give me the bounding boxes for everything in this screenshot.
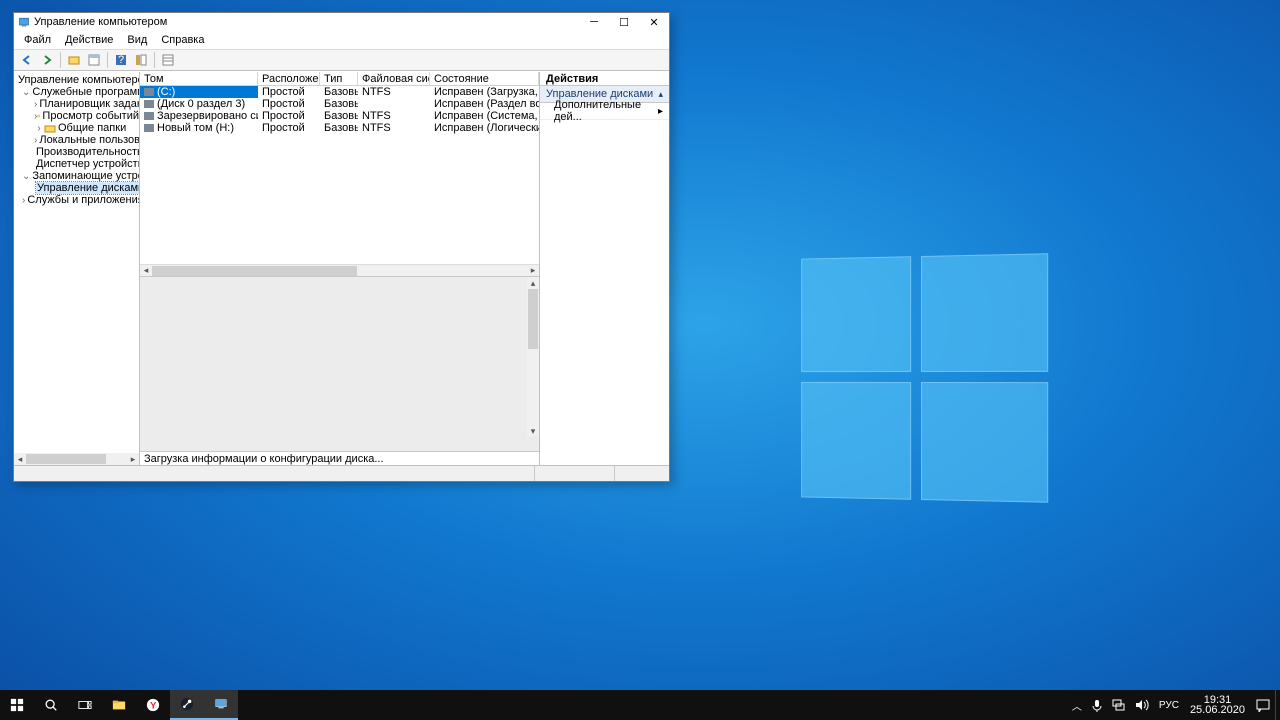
tray-mic-icon[interactable]	[1087, 690, 1107, 720]
col-volume[interactable]: Том	[140, 72, 258, 85]
col-fs[interactable]: Файловая система	[358, 72, 430, 85]
svg-text:Y: Y	[150, 701, 157, 712]
tree-item[interactable]: ›Просмотр событий	[16, 110, 139, 122]
menubar: Файл Действие Вид Справка	[14, 31, 669, 49]
scroll-down-icon[interactable]: ▾	[527, 425, 539, 437]
tree-pane: Управление компьютером (л ⌄Служебные про…	[14, 72, 140, 465]
toolbar: ?	[14, 49, 669, 71]
toolbar-btn-3[interactable]: ?	[112, 51, 130, 69]
start-button[interactable]	[0, 690, 34, 720]
loading-status: Загрузка информации о конфигурации диска…	[140, 451, 539, 465]
taskbar: Y ︿ РУС 19:31 25.06.2020	[0, 690, 1280, 720]
table-row[interactable]: Зарезервировано системой Простой Базовый…	[140, 110, 539, 122]
tray-volume-icon[interactable]	[1130, 690, 1154, 720]
actions-pane: Действия Управление дисками▴ Дополнитель…	[540, 72, 669, 465]
menu-action[interactable]: Действие	[59, 33, 119, 47]
toolbar-btn-2[interactable]	[85, 51, 103, 69]
forward-button[interactable]	[38, 51, 56, 69]
tray-notifications-icon[interactable]	[1251, 690, 1275, 720]
scroll-left-icon[interactable]: ◂	[140, 265, 152, 277]
tray-language[interactable]: РУС	[1154, 690, 1184, 720]
disk-icon	[144, 124, 154, 132]
tree-item[interactable]: Диспетчер устройств	[16, 158, 139, 170]
taskbar-compmgmt[interactable]	[204, 690, 238, 720]
scroll-thumb[interactable]	[26, 454, 106, 464]
shares-icon	[44, 122, 56, 134]
actions-header: Действия	[540, 72, 669, 86]
tree-hscrollbar[interactable]: ◂ ▸	[14, 453, 139, 465]
tree-item-diskmgmt[interactable]: Управление дисками	[16, 182, 139, 194]
minimize-button[interactable]: ─	[579, 13, 609, 31]
tree-item[interactable]: ›Локальные пользоват	[16, 134, 139, 146]
volume-list: (C:) Простой Базовый NTFS Исправен (Загр…	[140, 86, 539, 264]
taskview-button[interactable]	[68, 690, 102, 720]
tree-item[interactable]: Производительность	[16, 146, 139, 158]
taskbar-steam[interactable]	[170, 690, 204, 720]
toolbar-btn-4[interactable]	[132, 51, 150, 69]
toolbar-btn-5[interactable]	[159, 51, 177, 69]
disk-icon	[144, 112, 154, 120]
menu-help[interactable]: Справка	[155, 33, 210, 47]
tree-item[interactable]: ›Общие папки	[16, 122, 139, 134]
desktop-windows-logo	[801, 253, 1048, 502]
toolbar-btn-1[interactable]	[65, 51, 83, 69]
titlebar[interactable]: Управление компьютером ─ ☐ ✕	[14, 13, 669, 31]
disk-icon	[144, 88, 154, 96]
close-button[interactable]: ✕	[639, 13, 669, 31]
scroll-thumb[interactable]	[528, 289, 538, 349]
eventlog-icon	[37, 110, 40, 122]
computer-management-window: Управление компьютером ─ ☐ ✕ Файл Действ…	[13, 12, 670, 482]
system-tray: ︿ РУС 19:31 25.06.2020	[1067, 690, 1280, 720]
col-status[interactable]: Состояние	[430, 72, 539, 85]
col-layout[interactable]: Расположение	[258, 72, 320, 85]
tray-network-icon[interactable]	[1107, 690, 1130, 720]
scroll-left-icon[interactable]: ◂	[14, 453, 26, 465]
window-title: Управление компьютером	[34, 16, 579, 28]
scroll-up-icon[interactable]: ▴	[527, 277, 539, 289]
tree-root[interactable]: Управление компьютером (л	[16, 74, 139, 86]
disk-icon	[144, 100, 154, 108]
menu-view[interactable]: Вид	[121, 33, 153, 47]
svg-text:?: ?	[118, 54, 124, 66]
disk-graphical-pane: ▴ ▾	[140, 276, 539, 451]
statusbar	[14, 465, 669, 481]
tree-group-storage[interactable]: ⌄Запоминающие устройст	[16, 170, 139, 182]
maximize-button[interactable]: ☐	[609, 13, 639, 31]
collapse-icon: ▴	[658, 89, 663, 100]
scroll-right-icon[interactable]: ▸	[527, 265, 539, 277]
menu-file[interactable]: Файл	[18, 33, 57, 47]
chevron-right-icon: ▸	[658, 106, 663, 117]
back-button[interactable]	[18, 51, 36, 69]
actions-more[interactable]: Дополнительные дей...▸	[540, 103, 669, 120]
scroll-right-icon[interactable]: ▸	[127, 453, 139, 465]
list-hscrollbar[interactable]: ◂ ▸	[140, 264, 539, 276]
table-row[interactable]: (Диск 0 раздел 3) Простой Базовый Исправ…	[140, 98, 539, 110]
show-desktop-button[interactable]	[1275, 690, 1280, 720]
graphical-vscrollbar[interactable]: ▴ ▾	[527, 277, 539, 437]
tree-item[interactable]: ›Планировщик заданий	[16, 98, 139, 110]
app-icon	[18, 16, 30, 28]
col-type[interactable]: Тип	[320, 72, 358, 85]
column-headers: Том Расположение Тип Файловая система Со…	[140, 72, 539, 86]
scroll-thumb[interactable]	[152, 266, 357, 276]
search-button[interactable]	[34, 690, 68, 720]
tray-clock[interactable]: 19:31 25.06.2020	[1184, 695, 1251, 715]
taskbar-explorer[interactable]	[102, 690, 136, 720]
table-row[interactable]: Новый том (H:) Простой Базовый NTFS Испр…	[140, 122, 539, 134]
volumes-pane: Том Расположение Тип Файловая система Со…	[140, 72, 540, 465]
table-row[interactable]: (C:) Простой Базовый NTFS Исправен (Загр…	[140, 86, 539, 98]
tree-group-services[interactable]: ›Службы и приложения	[16, 194, 139, 206]
taskbar-yandex[interactable]: Y	[136, 690, 170, 720]
tree-group-utilities[interactable]: ⌄Служебные программы	[16, 86, 139, 98]
tray-chevron-up-icon[interactable]: ︿	[1067, 690, 1087, 720]
